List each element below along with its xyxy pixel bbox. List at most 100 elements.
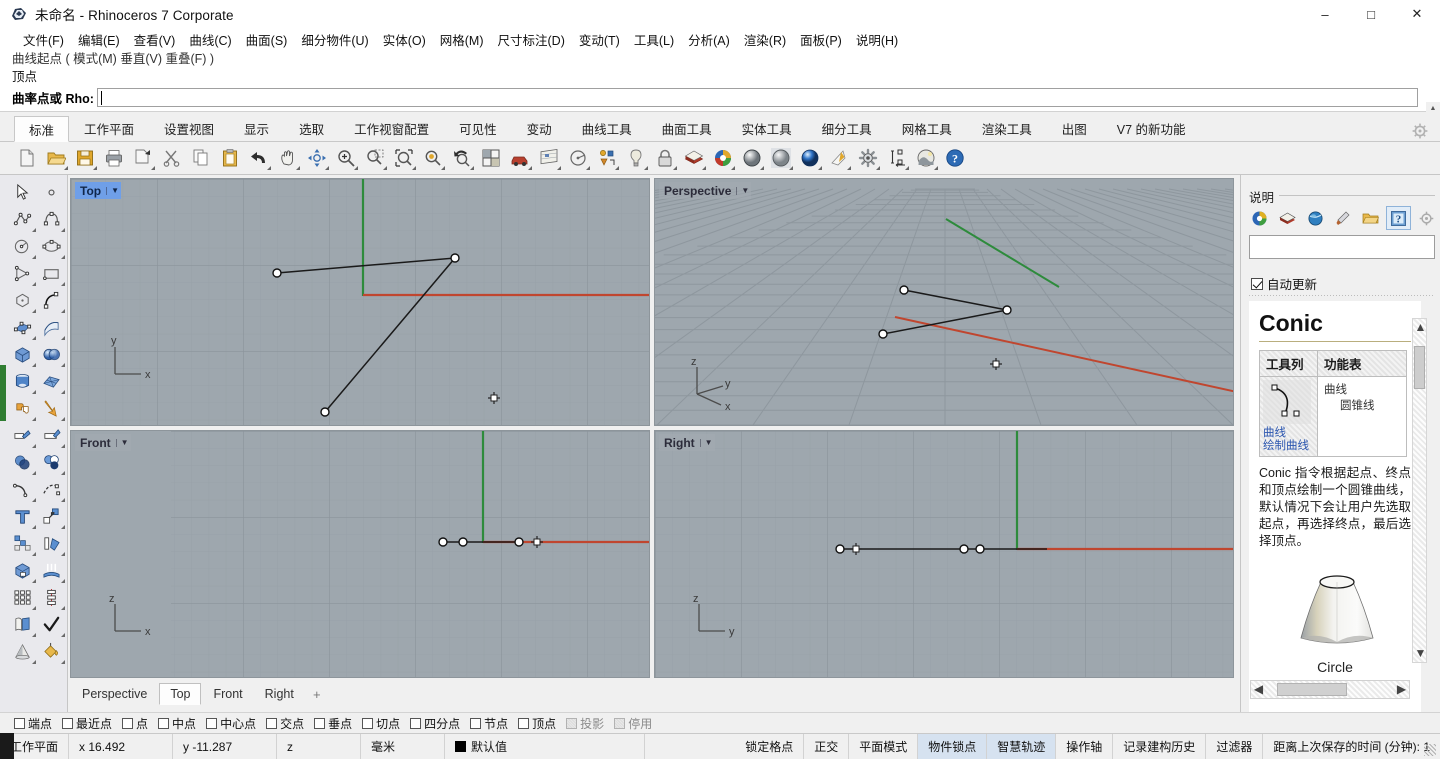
viewport-perspective-label[interactable]: Perspective ▼ [659,182,752,199]
control-point-curve-icon[interactable] [37,206,66,233]
rotate-object-icon[interactable] [37,530,66,557]
print-icon[interactable] [101,145,127,171]
osnap-end-checkbox[interactable] [14,717,25,729]
osnap-vertex[interactable]: 顶点 [518,715,562,732]
viewport-perspective[interactable]: z y x Perspective ▼ [654,178,1234,426]
layer-color-swatch[interactable] [455,741,467,752]
osnap-knot-checkbox[interactable] [470,717,482,729]
boolean-spheres-icon[interactable] [37,341,66,368]
fillet-curve-icon[interactable] [8,476,37,503]
osnap-center[interactable]: 中心点 [206,715,262,732]
open-file-icon[interactable] [43,145,69,171]
ribbon-options-gear-icon[interactable] [1412,123,1430,141]
ribbon-tab-standard[interactable]: 标准 [14,116,70,142]
osnap-center-checkbox[interactable] [206,717,218,729]
chevron-down-icon[interactable]: ▼ [736,186,749,195]
viewport-right[interactable]: z y Right ▼ [654,430,1234,678]
scroll-left-icon[interactable]: ◀ [1251,681,1266,696]
object-properties-icon[interactable] [594,145,620,171]
ribbon-tab-subd-tools[interactable]: 细分工具 [807,115,887,141]
viewport-right-label[interactable]: Right ▼ [659,434,715,451]
split-icon[interactable] [37,422,66,449]
render-preview-icon[interactable] [913,145,939,171]
arc-curve-icon[interactable] [37,287,66,314]
panel-options-gear-icon[interactable] [1414,206,1439,230]
blend-curve-icon[interactable] [37,476,66,503]
layers-book-icon[interactable] [681,145,707,171]
unroll-surface-icon[interactable] [8,611,37,638]
point-object-icon[interactable] [37,179,66,206]
chevron-down-icon[interactable]: ▼ [699,438,713,447]
named-view-car-icon[interactable] [507,145,533,171]
pan-hand-icon[interactable] [275,145,301,171]
status-units[interactable]: 毫米 [361,733,446,759]
osnap-tangent-checkbox[interactable] [362,717,374,729]
ghosted-sphere-icon[interactable] [768,145,794,171]
status-layer[interactable]: 默认值 [445,733,646,759]
help-doc-toolbar-link-1[interactable]: 曲线 [1263,427,1314,440]
auto-update-row[interactable]: 自动更新 [1251,274,1317,293]
ribbon-tab-render-tools[interactable]: 渲染工具 [967,115,1047,141]
chevron-down-icon[interactable]: ▼ [115,438,129,447]
osnap-point[interactable]: 点 [122,715,154,732]
vertical-scroll-thumb[interactable] [1414,346,1425,389]
viewport-front-label[interactable]: Front ▼ [75,434,131,451]
status-filter[interactable]: 过滤器 [1206,733,1264,759]
ribbon-tab-cplane[interactable]: 工作平面 [69,115,149,141]
scroll-up-icon[interactable]: ▲ [1413,319,1428,334]
status-osnap[interactable]: 物件锁点 [918,733,988,759]
save-file-icon[interactable] [72,145,98,171]
explode-puzzle-icon[interactable] [8,395,37,422]
cut-copy-paste-group-icon[interactable] [130,145,156,171]
viewport-tab-top[interactable]: Top [159,683,202,705]
paste-icon[interactable] [217,145,243,171]
array-along-curve-icon[interactable] [37,584,66,611]
auto-update-checkbox[interactable] [1251,277,1263,290]
help-panel-icon[interactable]: ? [1386,206,1412,230]
viewport-top-label[interactable]: Top ▼ [75,182,122,199]
extrude-surface-icon[interactable] [37,314,66,341]
osnap-tangent[interactable]: 切点 [362,715,406,732]
ribbon-tab-transform[interactable]: 变动 [512,115,567,141]
move-object-icon[interactable] [37,503,66,530]
status-ortho[interactable]: 正交 [804,733,850,759]
array-grid-icon[interactable] [8,584,37,611]
boolean-difference-icon[interactable] [37,449,66,476]
ribbon-tab-select[interactable]: 选取 [284,115,339,141]
rotate-view-icon[interactable] [304,145,330,171]
layers-panel-icon[interactable] [1275,206,1300,230]
help-search-input[interactable] [1249,235,1435,259]
status-history[interactable]: 记录建构历史 [1113,733,1207,759]
ribbon-tab-viewport-layout[interactable]: 工作视窗配置 [339,115,444,141]
help-question-icon[interactable]: ? [942,145,968,171]
osnap-disable-checkbox[interactable] [614,717,626,729]
boolean-union-icon[interactable] [8,449,37,476]
zoom-extents-icon[interactable] [391,145,417,171]
close-button[interactable]: ✕ [1394,0,1440,28]
shaded-sphere-icon[interactable] [739,145,765,171]
materials-panel-icon[interactable] [1331,206,1356,230]
copy-icon[interactable] [188,145,214,171]
osnap-quad[interactable]: 四分点 [410,715,466,732]
ribbon-tab-whats-new-v7[interactable]: V7 的新功能 [1102,115,1201,141]
osnap-project[interactable]: 投影 [566,715,610,732]
horizontal-scroll-thumb[interactable] [1277,683,1347,696]
status-x-coordinate[interactable]: x 16.492 [69,733,174,759]
ribbon-tab-setview[interactable]: 设置视图 [149,115,229,141]
ribbon-tab-curve-tools[interactable]: 曲线工具 [567,115,647,141]
four-viewport-icon[interactable] [478,145,504,171]
osnap-near[interactable]: 最近点 [62,715,118,732]
add-viewport-tab-button[interactable]: + [306,687,328,702]
rendering-panel-icon[interactable] [1247,206,1272,230]
viewport-tab-front[interactable]: Front [203,683,252,705]
ribbon-tab-solid-tools[interactable]: 实体工具 [727,115,807,141]
environment-panel-icon[interactable] [1303,206,1328,230]
status-smarttrack[interactable]: 智慧轨迹 [987,733,1057,759]
ribbon-tab-display[interactable]: 显示 [229,115,284,141]
ribbon-tab-mesh-tools[interactable]: 网格工具 [887,115,967,141]
cut-scissors-icon[interactable] [159,145,185,171]
ribbon-tab-surface-tools[interactable]: 曲面工具 [647,115,727,141]
undo-icon[interactable] [246,145,272,171]
osnap-mid[interactable]: 中点 [158,715,202,732]
check-object-icon[interactable] [37,611,66,638]
